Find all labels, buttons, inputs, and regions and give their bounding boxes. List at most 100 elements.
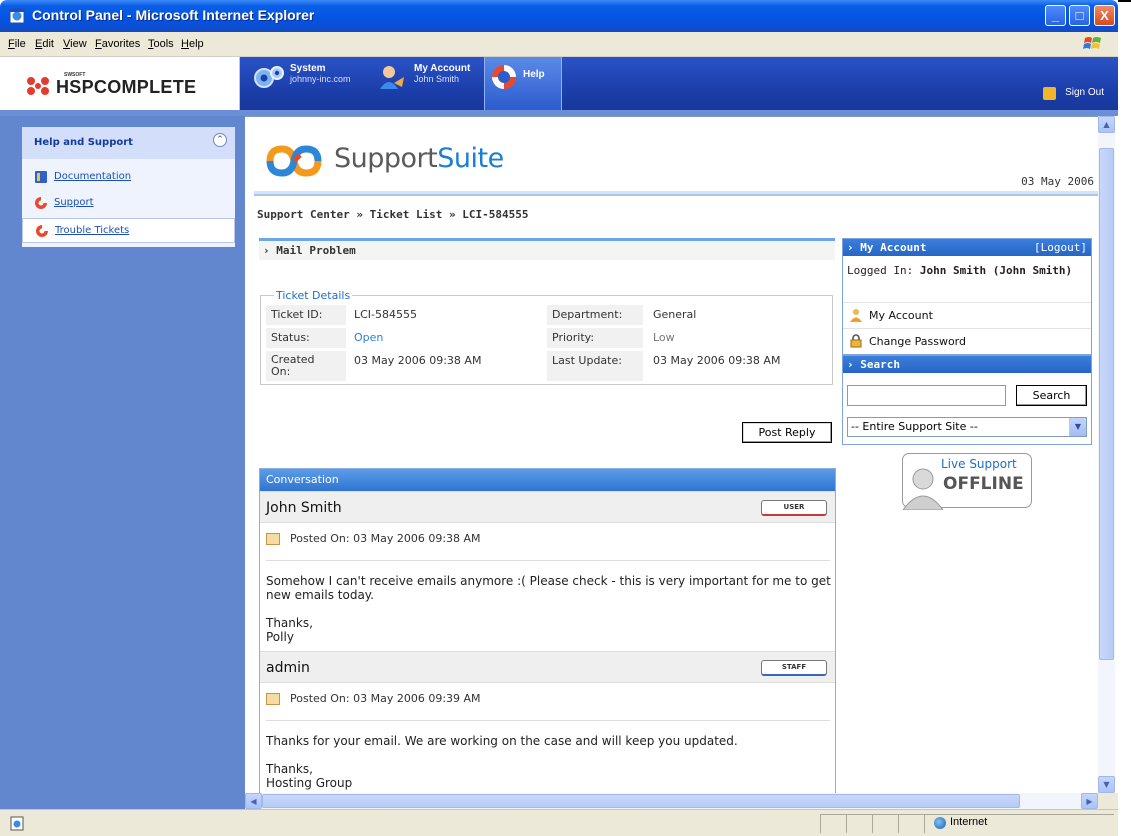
page-status-icon [10, 816, 24, 831]
menu-help[interactable]: Help [181, 38, 204, 50]
scroll-down-icon[interactable]: ▼ [1098, 776, 1115, 793]
breadcrumb[interactable]: Support Center » Ticket List » LCI-58455… [257, 208, 529, 221]
message-divider [266, 560, 830, 561]
my-account-box: › My Account [Logout] Logged In: John Sm… [842, 238, 1092, 355]
conversation-title: Conversation [266, 473, 339, 486]
app-header: SWSOFT HSPCOMPLETE System johnny-inc.com… [0, 57, 1118, 110]
ticket-id-value: LCI-584555 [354, 308, 418, 321]
live-support-badge[interactable]: Live Support OFFLINE [902, 453, 1032, 510]
search-box: › Search Search -- Entire Support Site -… [842, 355, 1092, 445]
sidebar: Help and Support ⌃ Documentation Support… [0, 116, 245, 809]
priority-value: Low [653, 331, 675, 344]
frame-margin [1118, 2, 1131, 836]
logo-name: HSPCOMPLETE [56, 77, 197, 97]
created-value: 03 May 2006 09:38 AM [354, 354, 482, 367]
statusbar: Internet [0, 809, 1118, 836]
my-account-link[interactable]: My Account [843, 302, 1091, 327]
minimize-button[interactable]: _ [1045, 5, 1066, 26]
menu-file[interactable]: File [8, 38, 26, 50]
tab-system-subtitle: johnny-inc.com [290, 74, 351, 84]
status-cell [872, 814, 898, 833]
ticket-details-legend: Ticket Details [274, 289, 353, 302]
my-account-title: › My Account [847, 241, 927, 254]
tab-my-account-subtitle: John Smith [414, 74, 460, 84]
message-divider [266, 720, 830, 721]
message-author: admin [266, 660, 310, 676]
lifebuoy-icon [36, 225, 48, 237]
updated-label: Last Update: [552, 354, 622, 367]
message-body: Somehow I can't receive emails anymore :… [266, 574, 831, 602]
horizontal-scrollbar[interactable]: ◀ ▶ [245, 793, 1098, 809]
signout-icon[interactable] [1043, 87, 1056, 100]
book-icon [35, 171, 47, 183]
menubar: File Edit View Favorites Tools Help [0, 32, 1118, 57]
signout-link[interactable]: Sign Out [1065, 87, 1104, 98]
scroll-up-icon[interactable]: ▲ [1098, 116, 1115, 133]
menu-favorites[interactable]: Favorites [95, 38, 140, 50]
created-label: Created On: [271, 353, 315, 378]
message-author: John Smith [266, 500, 342, 516]
supportsuite-logo: SupportSuite [334, 143, 504, 174]
menu-view[interactable]: View [63, 38, 87, 50]
sidebar-item-label: Documentation [54, 171, 132, 182]
tab-system[interactable]: System johnny-inc.com [250, 57, 366, 110]
sidebar-item-label: Support [54, 197, 94, 208]
close-button[interactable]: X [1094, 5, 1115, 26]
search-button[interactable]: Search [1016, 385, 1087, 406]
menu-edit[interactable]: Edit [35, 38, 54, 50]
status-cell [898, 814, 924, 833]
search-scope-select[interactable]: -- Entire Support Site -- ▼ [847, 417, 1087, 437]
tab-help-title: Help [523, 69, 545, 80]
live-support-status: OFFLINE [943, 474, 1024, 494]
message-signature: Hosting Group [266, 776, 353, 790]
message-signoff: Thanks, [266, 762, 313, 776]
window-title: Control Panel - Microsoft Internet Explo… [32, 7, 315, 23]
tab-my-account[interactable]: My Account John Smith [372, 57, 484, 110]
user-icon [380, 66, 404, 89]
vertical-scrollbar[interactable]: ▲ ▼ [1098, 116, 1115, 793]
sidebar-item-documentation[interactable]: Documentation [22, 165, 235, 190]
sidebar-item-support[interactable]: Support [22, 191, 235, 216]
person-icon [902, 468, 944, 510]
envelope-icon [266, 693, 280, 705]
user-icon [850, 309, 862, 322]
staff-badge: STAFF [761, 660, 827, 676]
live-support-label: Live Support [941, 457, 1017, 471]
vertical-scroll-thumb[interactable] [1099, 148, 1114, 660]
post-reply-button[interactable]: Post Reply [742, 422, 832, 443]
ticket-id-label: Ticket ID: [271, 308, 323, 321]
logout-link[interactable]: [Logout] [1034, 241, 1087, 254]
conversation-panel: Conversation John Smith USER Posted On: … [259, 468, 836, 793]
status-cell [820, 814, 846, 833]
tab-help[interactable]: Help [484, 57, 562, 110]
change-password-link[interactable]: Change Password [843, 328, 1091, 353]
window-titlebar[interactable]: Control Panel - Microsoft Internet Explo… [0, 0, 1118, 32]
search-input[interactable] [847, 385, 1006, 406]
menu-tools[interactable]: Tools [148, 38, 174, 50]
ticket-details: Ticket Details Ticket ID: LCI-584555 Sta… [260, 289, 833, 385]
chevron-down-icon[interactable]: ▼ [1069, 418, 1086, 436]
status-label: Status: [271, 331, 310, 344]
collapse-icon[interactable]: ⌃ [213, 133, 227, 147]
header-divider [254, 191, 1098, 196]
sidebar-item-trouble-tickets[interactable]: Trouble Tickets [22, 218, 235, 243]
search-header: › Search [843, 356, 1091, 373]
scroll-left-icon[interactable]: ◀ [245, 793, 262, 809]
maximize-button[interactable]: □ [1069, 5, 1090, 26]
scroll-right-icon[interactable]: ▶ [1081, 793, 1098, 809]
department-label: Department: [552, 308, 623, 321]
main-content: SupportSuite 03 May 2006 Support Center … [245, 116, 1098, 793]
gears-icon [254, 66, 284, 88]
message-signature: Polly [266, 630, 294, 644]
ticket-subject: › Mail Problem [263, 244, 356, 257]
supportsuite-logo-icon [266, 145, 322, 177]
globe-icon [934, 817, 946, 829]
message-posted: Posted On: 03 May 2006 09:39 AM [290, 692, 481, 705]
sidebar-panel-header: Help and Support ⌃ [22, 127, 235, 159]
department-value: General [653, 308, 697, 321]
scrollbar-corner [1098, 793, 1118, 809]
horizontal-scroll-thumb[interactable] [262, 794, 1020, 808]
priority-label: Priority: [552, 331, 595, 344]
message-header: admin STAFF [260, 651, 835, 683]
sidebar-panel-title: Help and Support [34, 137, 133, 148]
